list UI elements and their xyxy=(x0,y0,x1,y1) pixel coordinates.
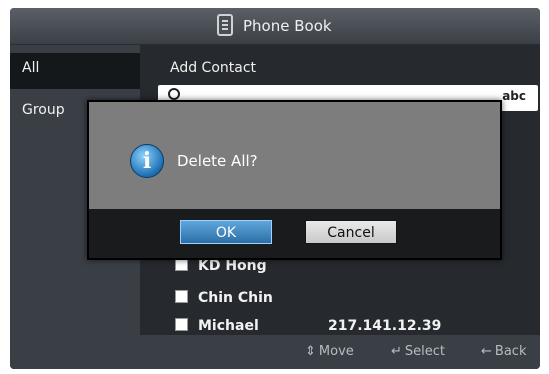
contact-row[interactable]: KD Hong xyxy=(175,258,267,274)
cancel-button[interactable]: Cancel xyxy=(305,220,397,244)
ok-button[interactable]: OK xyxy=(180,220,272,244)
contact-checkbox[interactable] xyxy=(175,318,188,331)
search-icon xyxy=(168,88,180,100)
contact-name: Chin Chin xyxy=(198,290,273,306)
contact-row[interactable]: Chin Chin xyxy=(175,290,273,306)
input-mode-label[interactable]: abc xyxy=(502,89,526,103)
contact-checkbox[interactable] xyxy=(175,290,188,303)
select-hint: ↵ Select xyxy=(391,344,445,359)
up-down-icon: ⇕ xyxy=(305,344,316,359)
delete-all-dialog: i Delete All? OK Cancel xyxy=(87,100,502,260)
window-title: Phone Book xyxy=(243,17,332,35)
move-hint-label: Move xyxy=(318,344,354,359)
contact-name: KD Hong xyxy=(198,258,267,274)
title-bar: Phone Book xyxy=(10,8,540,45)
contact-name: Michael xyxy=(198,318,259,334)
back-arrow-icon: ← xyxy=(481,344,492,359)
enter-icon: ↵ xyxy=(391,344,402,359)
sidebar-item-all[interactable]: All xyxy=(10,53,140,89)
footer-hint-bar: ⇕ Move ↵ Select ← Back xyxy=(10,335,540,369)
phone-book-icon xyxy=(217,14,233,36)
dialog-button-bar: OK Cancel xyxy=(89,209,500,258)
contact-ip: 217.141.12.39 xyxy=(328,318,442,334)
select-hint-label: Select xyxy=(404,344,446,359)
add-contact-button[interactable]: Add Contact xyxy=(170,60,256,76)
contact-row[interactable]: Michael 217.141.12.39 xyxy=(175,318,441,334)
move-hint: ⇕ Move xyxy=(305,344,354,359)
back-hint[interactable]: ← Back xyxy=(481,344,526,359)
back-hint-label: Back xyxy=(494,344,527,359)
info-icon: i xyxy=(130,144,164,178)
dialog-message: Delete All? xyxy=(177,152,258,170)
